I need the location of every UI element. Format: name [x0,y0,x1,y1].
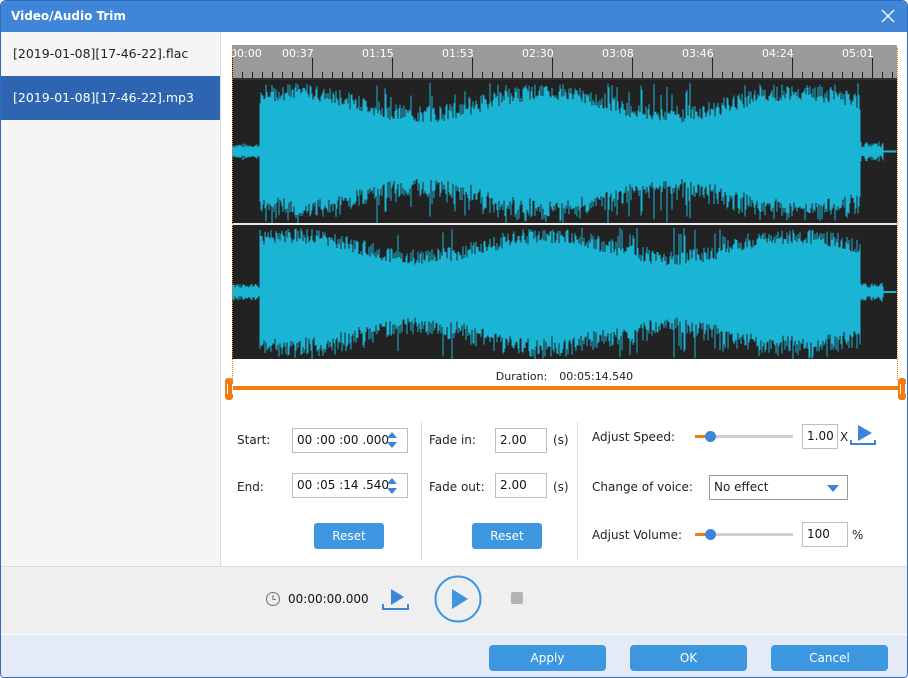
fade-in-unit: (s) [553,433,569,447]
current-time: 00:00:00.000 [288,592,369,606]
waveform-canvas[interactable] [232,78,897,359]
trim-start-handle[interactable] [225,378,233,400]
waveform-left-channel [232,83,897,223]
speed-slider-knob[interactable] [704,431,716,442]
ruler-label: 03:08 [602,47,634,60]
play-button[interactable] [433,574,483,624]
start-label: Start: [237,433,271,447]
trim-start-line [232,48,233,380]
ruler-tick [712,58,713,78]
ruler-tick [632,58,633,78]
play-icon [452,589,468,609]
chevron-down-icon [827,485,839,492]
ok-button[interactable]: OK [630,645,747,671]
stop-button[interactable] [511,592,523,604]
dialog-title: Video/Audio Trim [11,9,126,23]
ruler-label: 01:53 [442,47,474,60]
speed-unit: X [840,430,849,444]
player-bar: 00:00:00.000 [1,566,907,634]
ruler-label: 02:30 [522,47,554,60]
file-item-mp3[interactable]: [2019-01-08][17-46-22].mp3 [1,76,220,120]
volume-input[interactable]: 100 [802,522,848,547]
section-divider [421,422,422,560]
clock-icon [265,591,281,607]
cancel-button[interactable]: Cancel [771,645,888,671]
waveform-area: 00:00 00:37 01:15 01:53 02:30 03:08 03:46 04:24… [230,45,897,402]
trim-dialog: Video/Audio Trim [2019-01-08][17-46-22].… [0,0,908,678]
apply-button[interactable]: Apply [489,645,606,671]
ruler-tick [312,58,313,78]
fade-out-unit: (s) [553,480,569,494]
trim-end-handle[interactable] [898,378,906,400]
time-ruler[interactable]: 00:00 00:37 01:15 01:53 02:30 03:08 03:46 04:24… [230,45,897,78]
fade-reset-button[interactable]: Reset [472,523,542,549]
speed-preview-play-icon[interactable] [850,424,876,446]
fade-out-input[interactable]: 2.00 [495,473,547,498]
play-selection-icon[interactable] [382,587,410,611]
speed-input[interactable]: 1.00 [802,424,838,449]
ruler-tick [392,58,393,78]
voice-effect-value: No effect [714,480,769,494]
file-item-flac[interactable]: [2019-01-08][17-46-22].flac [1,32,220,76]
ruler-tick [872,58,873,78]
end-time-spinner[interactable] [386,477,398,495]
fade-in-input[interactable]: 2.00 [495,428,547,453]
voice-effect-select[interactable]: No effect [709,475,848,500]
adjust-volume-label: Adjust Volume: [592,528,682,542]
duration-value: 00:05:14.540 [559,370,634,383]
ruler-label: 00:00 [230,47,262,60]
fade-out-label: Fade out: [429,480,485,494]
end-label: End: [237,480,264,494]
ruler-label: 04:24 [762,47,794,60]
ruler-label: 05:01 [842,47,874,60]
dialog-footer: Apply OK Cancel [1,634,907,677]
duration-label: Duration: [495,370,548,383]
trim-range-bar [226,386,903,390]
change-voice-label: Change of voice: [592,480,693,494]
ruler-label: 00:37 [282,47,314,60]
duration-display: Duration: 00:05:14.540 [232,370,897,383]
main-panel: 00:00 00:37 01:15 01:53 02:30 03:08 03:46 04:24… [222,32,907,566]
volume-slider[interactable] [695,529,793,540]
volume-slider-knob[interactable] [704,529,716,540]
close-icon[interactable] [879,7,897,25]
file-list: [2019-01-08][17-46-22].flac [2019-01-08]… [1,32,221,566]
fade-in-label: Fade in: [429,433,476,447]
waveform-right-channel [232,227,897,359]
speed-slider[interactable] [695,431,793,442]
start-time-spinner[interactable] [386,431,398,449]
title-bar: Video/Audio Trim [1,1,907,32]
trim-end-line [897,48,898,380]
ruler-label: 03:46 [682,47,714,60]
ruler-tick [552,58,553,78]
trim-reset-button[interactable]: Reset [314,523,384,549]
ruler-label: 01:15 [362,47,394,60]
adjust-speed-label: Adjust Speed: [592,430,675,444]
ruler-tick [472,58,473,78]
volume-unit: % [852,528,864,542]
ruler-tick [792,58,793,78]
section-divider [577,422,578,560]
